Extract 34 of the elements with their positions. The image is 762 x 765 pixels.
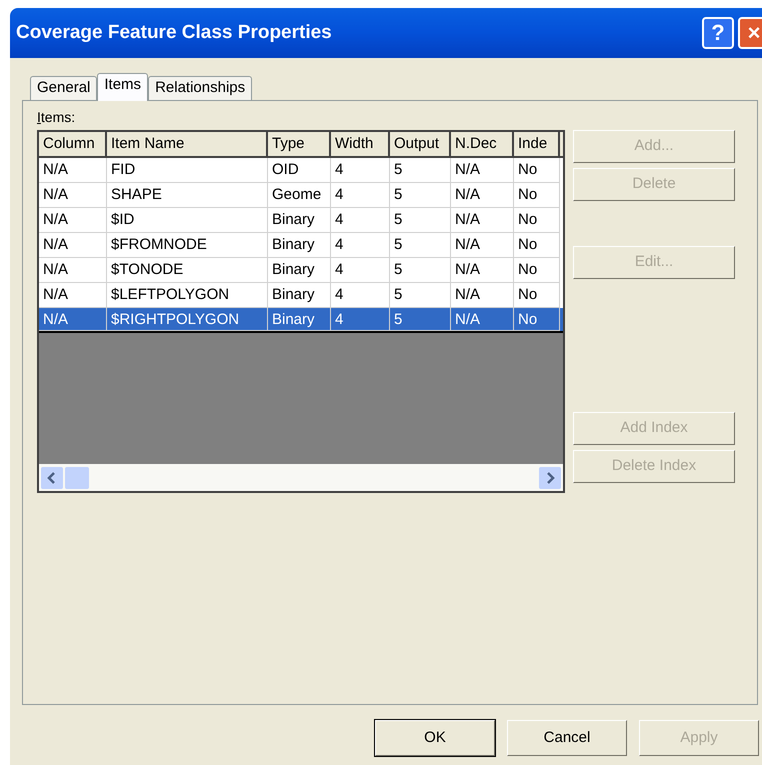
table-cell: N/A [39, 308, 107, 331]
horizontal-scrollbar[interactable] [39, 464, 563, 491]
tab[interactable]: Items [97, 73, 148, 101]
table-row[interactable]: N/A SHAPE Geome 4 5 N/A No [39, 183, 563, 208]
table-cell: Binary [268, 308, 331, 331]
table-cell: N/A [451, 308, 514, 331]
scroll-thumb[interactable] [65, 466, 89, 488]
scroll-left-icon[interactable] [41, 466, 63, 488]
scroll-right-icon[interactable] [539, 466, 561, 488]
table-row[interactable]: N/A FID OID 4 5 N/A No [39, 158, 563, 183]
help-button[interactable]: ? [702, 17, 734, 49]
tab[interactable]: Relationships [148, 76, 252, 100]
column-header[interactable]: N.Dec [451, 132, 514, 156]
items-label: Items: [37, 108, 76, 127]
column-header[interactable]: Column [39, 132, 107, 156]
column-header[interactable]: Type [268, 132, 331, 156]
close-button[interactable]: × [738, 17, 762, 49]
table-row[interactable]: N/A $ID Binary 4 5 N/A No [39, 208, 563, 233]
table-cell: No [514, 308, 560, 331]
dialog-button[interactable]: Cancel [507, 720, 627, 756]
table-cell: 4 [331, 308, 390, 331]
table-row[interactable]: N/A $TONODE Binary 4 5 N/A No [39, 258, 563, 283]
column-header[interactable]: Inde [514, 132, 560, 156]
table-row[interactable]: N/A $LEFTPOLYGON Binary 4 5 N/A No [39, 283, 563, 308]
column-header[interactable]: Width [331, 132, 390, 156]
dialog-button[interactable]: OK [375, 720, 495, 756]
table-cell: 5 [390, 308, 451, 331]
tab[interactable]: General [30, 76, 98, 100]
table-cell: $RIGHTPOLYGON [107, 308, 268, 331]
column-header[interactable]: Output [390, 132, 451, 156]
table-row[interactable]: N/A $RIGHTPOLYGON Binary 4 5 N/A No [39, 308, 563, 333]
column-header[interactable]: Item Name [107, 132, 268, 156]
table-row[interactable]: N/A $FROMNODE Binary 4 5 N/A No [39, 233, 563, 258]
window-title: Coverage Feature Class Properties [16, 20, 333, 45]
